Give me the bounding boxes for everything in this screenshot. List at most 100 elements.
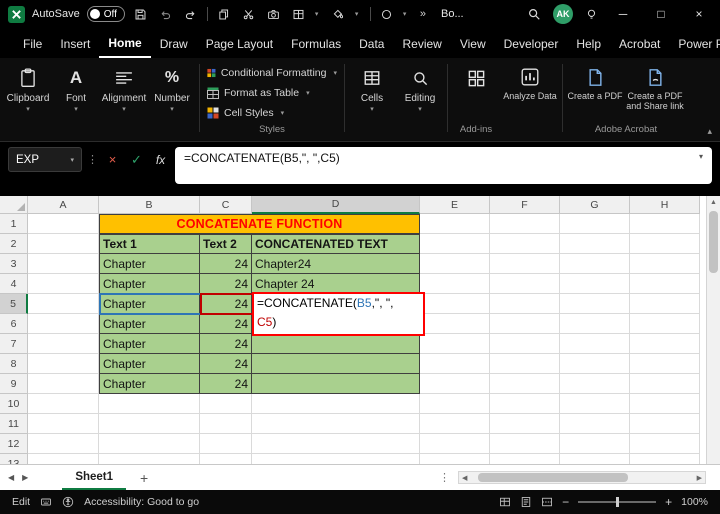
cell-D2[interactable]: CONCATENATED TEXT (252, 234, 420, 254)
cell-C6[interactable]: 24 (200, 314, 252, 334)
sheet-nav-left-icon[interactable]: ◀ (8, 473, 14, 482)
column-header-C[interactable]: C (200, 196, 252, 214)
chevron-down-icon[interactable]: ▾ (355, 10, 363, 18)
cell-D12[interactable] (252, 434, 420, 454)
cell-A12[interactable] (28, 434, 99, 454)
menu-data[interactable]: Data (350, 30, 393, 57)
cell-E4[interactable] (420, 274, 490, 294)
cell-G12[interactable] (560, 434, 630, 454)
vertical-scroll-thumb[interactable] (709, 211, 718, 273)
font-group-button[interactable]: A Font ▾ (52, 61, 100, 135)
scroll-left-icon[interactable]: ◀ (459, 474, 470, 482)
cell-G4[interactable] (560, 274, 630, 294)
drag-handle-icon[interactable]: ⋮ (87, 147, 98, 166)
excel-logo-icon[interactable] (8, 6, 25, 23)
cell-H7[interactable] (630, 334, 700, 354)
cell-C11[interactable] (200, 414, 252, 434)
cell-H11[interactable] (630, 414, 700, 434)
cell-D7[interactable] (252, 334, 420, 354)
add-sheet-button[interactable]: + (134, 470, 154, 486)
row-header-2[interactable]: 2 (0, 234, 28, 254)
conditional-formatting-button[interactable]: Conditional Formatting ▾ (203, 63, 341, 83)
cell-E5[interactable] (420, 294, 490, 314)
cell-B4[interactable]: Chapter (99, 274, 200, 294)
row-header-8[interactable]: 8 (0, 354, 28, 374)
row-header-7[interactable]: 7 (0, 334, 28, 354)
column-header-B[interactable]: B (99, 196, 200, 214)
cell-G6[interactable] (560, 314, 630, 334)
cell-H13[interactable] (630, 454, 700, 464)
page-layout-view-icon[interactable] (520, 496, 532, 508)
formula-input[interactable]: =CONCATENATE(B5,", ",C5) ▾ (175, 147, 712, 184)
cell-C7[interactable]: 24 (200, 334, 252, 354)
row-header-6[interactable]: 6 (0, 314, 28, 334)
menu-page-layout[interactable]: Page Layout (197, 30, 282, 57)
cell-C5[interactable]: 24 (200, 294, 252, 314)
row-header-12[interactable]: 12 (0, 434, 28, 454)
cell-E7[interactable] (420, 334, 490, 354)
zoom-out-button[interactable]: − (562, 495, 569, 509)
cell-B9[interactable]: Chapter (99, 374, 200, 394)
cell-E10[interactable] (420, 394, 490, 414)
cell-E8[interactable] (420, 354, 490, 374)
cell-A2[interactable] (28, 234, 99, 254)
column-header-G[interactable]: G (560, 196, 630, 214)
cell-A9[interactable] (28, 374, 99, 394)
avatar[interactable]: AK (553, 4, 573, 24)
cell-C13[interactable] (200, 454, 252, 464)
redo-icon[interactable] (182, 4, 200, 24)
cell-H6[interactable] (630, 314, 700, 334)
cell-F2[interactable] (490, 234, 560, 254)
maximize-button[interactable]: □ (648, 1, 674, 27)
cell-G5[interactable] (560, 294, 630, 314)
table-icon[interactable] (290, 4, 308, 24)
cell-A13[interactable] (28, 454, 99, 464)
cell-E12[interactable] (420, 434, 490, 454)
cell-F11[interactable] (490, 414, 560, 434)
row-header-3[interactable]: 3 (0, 254, 28, 274)
camera-icon[interactable] (265, 4, 283, 24)
cell-D8[interactable] (252, 354, 420, 374)
format-as-table-button[interactable]: Format as Table ▾ (203, 83, 341, 103)
cell-F3[interactable] (490, 254, 560, 274)
menu-review[interactable]: Review (393, 30, 450, 57)
close-button[interactable]: × (686, 1, 712, 27)
macro-record-icon[interactable] (40, 496, 52, 508)
row-header-5[interactable]: 5 (0, 294, 28, 314)
cell-G3[interactable] (560, 254, 630, 274)
row-header-13[interactable]: 13 (0, 454, 28, 464)
copy-icon[interactable] (215, 4, 233, 24)
cell-D9[interactable] (252, 374, 420, 394)
cell-H4[interactable] (630, 274, 700, 294)
alignment-group-button[interactable]: Alignment ▾ (100, 61, 148, 135)
number-group-button[interactable]: % Number ▾ (148, 61, 196, 135)
cell-G7[interactable] (560, 334, 630, 354)
cell-F9[interactable] (490, 374, 560, 394)
cell-G11[interactable] (560, 414, 630, 434)
cell-C8[interactable]: 24 (200, 354, 252, 374)
row-header-1[interactable]: 1 (0, 214, 28, 234)
search-icon[interactable] (527, 7, 541, 21)
cell-styles-button[interactable]: Cell Styles ▾ (203, 103, 341, 123)
cell-B7[interactable]: Chapter (99, 334, 200, 354)
cell-H9[interactable] (630, 374, 700, 394)
cell-G2[interactable] (560, 234, 630, 254)
clipboard-group-button[interactable]: Clipboard ▾ (4, 61, 52, 135)
scroll-right-icon[interactable]: ▶ (694, 474, 705, 482)
column-header-D[interactable]: D (252, 196, 420, 214)
cancel-button[interactable]: × (103, 147, 122, 172)
menu-developer[interactable]: Developer (495, 30, 568, 57)
cells-group-button[interactable]: Cells ▾ (348, 61, 396, 135)
cell-C4[interactable]: 24 (200, 274, 252, 294)
cell-B6[interactable]: Chapter (99, 314, 200, 334)
menu-file[interactable]: File (14, 30, 51, 57)
cell-E9[interactable] (420, 374, 490, 394)
scroll-up-icon[interactable]: ▲ (707, 196, 720, 209)
cell-H3[interactable] (630, 254, 700, 274)
circle-tool-icon[interactable] (378, 4, 396, 24)
cell-D11[interactable] (252, 414, 420, 434)
column-header-E[interactable]: E (420, 196, 490, 214)
cell-F13[interactable] (490, 454, 560, 464)
cell-G1[interactable] (560, 214, 630, 234)
normal-view-icon[interactable] (499, 496, 511, 508)
